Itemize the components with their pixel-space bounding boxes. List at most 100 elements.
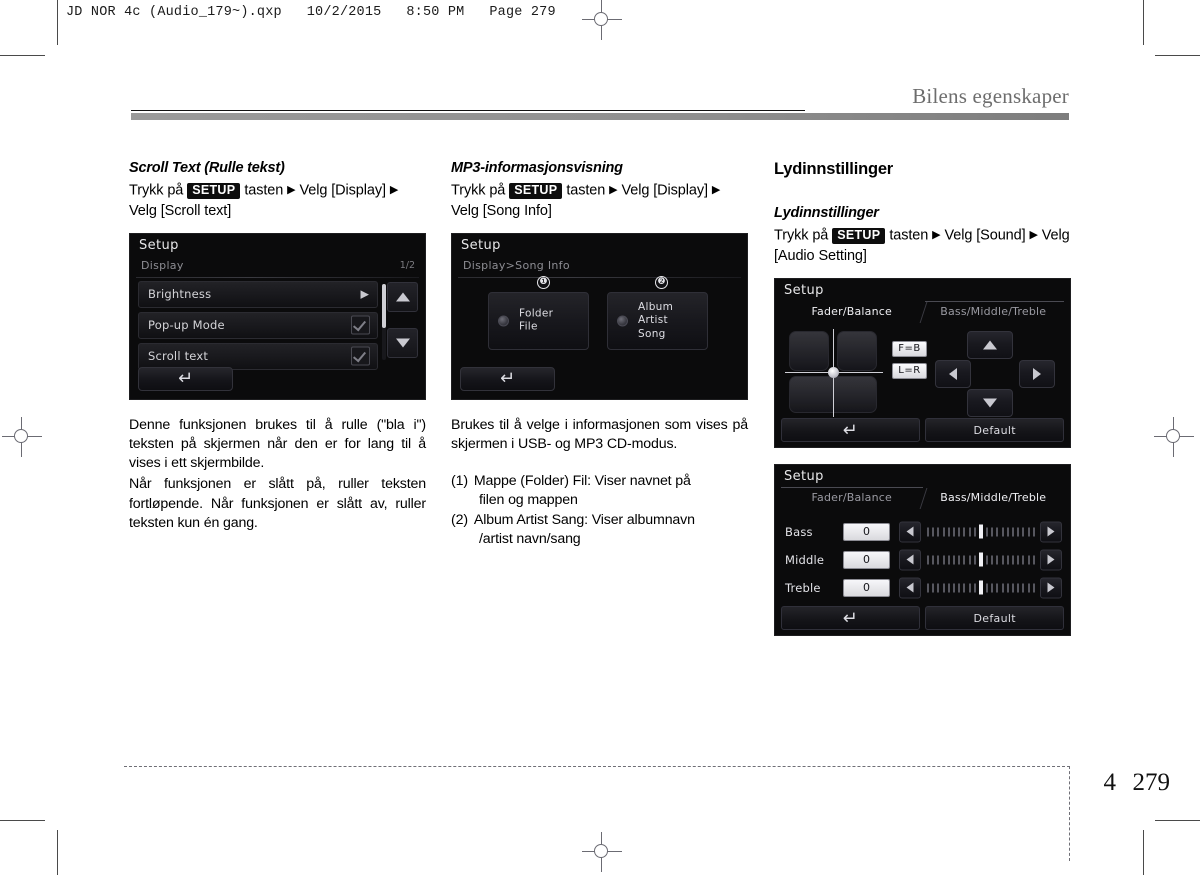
- default-button[interactable]: Default: [925, 605, 1064, 630]
- tab-bass-middle-treble[interactable]: Bass/Middle/Treble: [923, 487, 1065, 509]
- eq-value-middle[interactable]: 0: [843, 550, 890, 569]
- screenshot-song-info[interactable]: Setup Display>Song Info ❶ Folder File ❷ …: [451, 232, 748, 400]
- crop-mark-top-right-horizontal: [1155, 55, 1200, 56]
- registration-mark-top: [582, 0, 622, 40]
- registration-mark-right: [1154, 417, 1194, 457]
- list-continuation: /artist navn/sang: [479, 530, 581, 547]
- list-item: (1) Mappe (Folder) Fil: Viser navnet på: [451, 472, 748, 491]
- screen4-tabs: Fader/Balance Bass/Middle/Treble: [781, 487, 1064, 509]
- balance-left-button[interactable]: [935, 359, 971, 388]
- checkmark-icon[interactable]: [351, 346, 370, 366]
- scrollbar[interactable]: [382, 283, 386, 360]
- option-line: Artist: [638, 313, 668, 326]
- tab-fader-balance[interactable]: Fader/Balance: [781, 487, 923, 509]
- eq-slider-treble[interactable]: [927, 580, 1035, 595]
- eq-row-treble: Treble 0: [785, 577, 1062, 599]
- setup-key-badge: SETUP: [832, 227, 886, 244]
- list-item-popup-mode[interactable]: Pop-up Mode: [138, 311, 378, 339]
- eq-slider-bass[interactable]: [927, 524, 1035, 539]
- scroll-up-button[interactable]: [387, 281, 418, 312]
- path-arrow-icon: ▶: [932, 229, 941, 241]
- chapter-number: 4: [1103, 769, 1117, 796]
- seat-front-right: [837, 330, 877, 371]
- column-right: Lydinnstillinger Lydinnstillinger Trykk …: [774, 160, 1071, 636]
- list-text: Mappe (Folder) Fil: Viser navnet på: [473, 473, 691, 490]
- fader-balance-position-dot[interactable]: [828, 366, 839, 378]
- back-arrow-icon: ↵: [177, 367, 194, 389]
- screenshot-display-settings[interactable]: Setup Display 1/2 Brightness ▶ Pop-up Mo…: [129, 232, 426, 400]
- right-path-line: Trykk på SETUP tasten ▶ Velg [Sound] ▶ V…: [774, 225, 1071, 266]
- left-path-prefix: Trykk på: [129, 182, 184, 199]
- radio-button-icon[interactable]: [617, 315, 628, 326]
- scroll-down-button[interactable]: [387, 327, 418, 358]
- checkmark-icon[interactable]: [351, 315, 370, 335]
- footer-rule: [124, 766, 1070, 767]
- balance-right-button[interactable]: [1019, 359, 1055, 388]
- eq-increase-middle-button[interactable]: [1040, 549, 1062, 570]
- eq-value-treble[interactable]: 0: [843, 578, 890, 597]
- arrow-right-icon: [1047, 526, 1055, 537]
- left-path-line: Trykk på SETUP tasten ▶ Velg [Display] ▶…: [129, 180, 426, 221]
- option-line: Folder: [519, 307, 554, 319]
- path-arrow-icon: ▶: [609, 184, 618, 196]
- screenshot-fader-balance[interactable]: Setup Fader/Balance Bass/Middle/Treble F…: [774, 277, 1071, 448]
- registration-mark-left: [2, 417, 42, 457]
- left-path-step2: Velg [Scroll text]: [129, 202, 232, 219]
- fader-up-button[interactable]: [967, 330, 1013, 359]
- list-text: Album Artist Sang: Viser albumnavn: [473, 511, 695, 528]
- option-album-artist-song[interactable]: Album Artist Song: [607, 291, 708, 350]
- fader-down-button[interactable]: [967, 388, 1013, 417]
- eq-slider-middle[interactable]: [927, 552, 1035, 567]
- eq-increase-treble-button[interactable]: [1040, 577, 1062, 598]
- column-left: Scroll Text (Rulle tekst) Trykk på SETUP…: [129, 160, 426, 533]
- tab-underline-left: [781, 486, 923, 488]
- fader-down-icon: [983, 398, 997, 407]
- list-item-scroll-text[interactable]: Scroll text: [138, 342, 378, 370]
- back-button[interactable]: ↵: [138, 366, 233, 391]
- screen2-breadcrumb: Display>Song Info: [463, 258, 570, 272]
- eq-decrease-treble-button[interactable]: [899, 577, 921, 598]
- fader-up-icon: [983, 340, 997, 349]
- screenshot-bass-middle-treble[interactable]: Setup Fader/Balance Bass/Middle/Treble B…: [774, 463, 1071, 636]
- option-folder-file[interactable]: Folder File: [488, 291, 589, 350]
- middle-path-prefix: Trykk på: [451, 182, 506, 199]
- right-heading: Lydinnstillinger: [774, 205, 879, 221]
- list-item-label: Scroll text: [148, 349, 209, 363]
- list-item-brightness[interactable]: Brightness ▶: [138, 280, 378, 308]
- option-line: Song: [638, 327, 666, 340]
- eq-increase-bass-button[interactable]: [1040, 521, 1062, 542]
- path-arrow-icon-2: ▶: [1029, 229, 1038, 241]
- middle-path-mid: tasten: [566, 182, 606, 199]
- crop-mark-top-left-horizontal: [0, 55, 45, 56]
- tab-bass-middle-treble[interactable]: Bass/Middle/Treble: [923, 301, 1065, 323]
- middle-body-paragraph-1: Brukes til å velge i informasjonen som v…: [451, 416, 748, 452]
- arrow-right-icon: [1047, 554, 1055, 565]
- seat-front-left: [789, 330, 829, 371]
- eq-value-bass[interactable]: 0: [843, 522, 890, 541]
- radio-button-icon[interactable]: [498, 315, 509, 326]
- back-button[interactable]: ↵: [460, 366, 555, 391]
- back-button[interactable]: ↵: [781, 417, 920, 442]
- back-arrow-icon: ↵: [842, 607, 859, 629]
- arrow-left-icon: [906, 526, 914, 537]
- arrow-right-icon: [1047, 582, 1055, 593]
- tab-fader-balance[interactable]: Fader/Balance: [781, 301, 923, 323]
- lr-equal-button[interactable]: L=R: [892, 362, 927, 379]
- balance-left-icon: [949, 367, 957, 380]
- footer-vertical-rule: [1069, 766, 1070, 861]
- fb-equal-button[interactable]: F=B: [892, 340, 927, 357]
- screen4-bottom-bar: ↵ Default: [781, 605, 1064, 630]
- right-path-prefix: Trykk på: [774, 227, 829, 244]
- screen1-divider: [136, 276, 419, 278]
- option-line: File: [519, 320, 538, 333]
- option-label: Folder File: [519, 307, 553, 334]
- car-seats-icon[interactable]: [785, 328, 883, 417]
- registration-mark-bottom: [582, 832, 622, 872]
- back-button[interactable]: ↵: [781, 605, 920, 630]
- default-button[interactable]: Default: [925, 417, 1064, 442]
- eq-row-bass: Bass 0: [785, 521, 1062, 543]
- eq-decrease-middle-button[interactable]: [899, 549, 921, 570]
- callout-number-2: ❷: [655, 275, 668, 289]
- right-path-step1: Velg [Sound]: [944, 227, 1026, 244]
- eq-decrease-bass-button[interactable]: [899, 521, 921, 542]
